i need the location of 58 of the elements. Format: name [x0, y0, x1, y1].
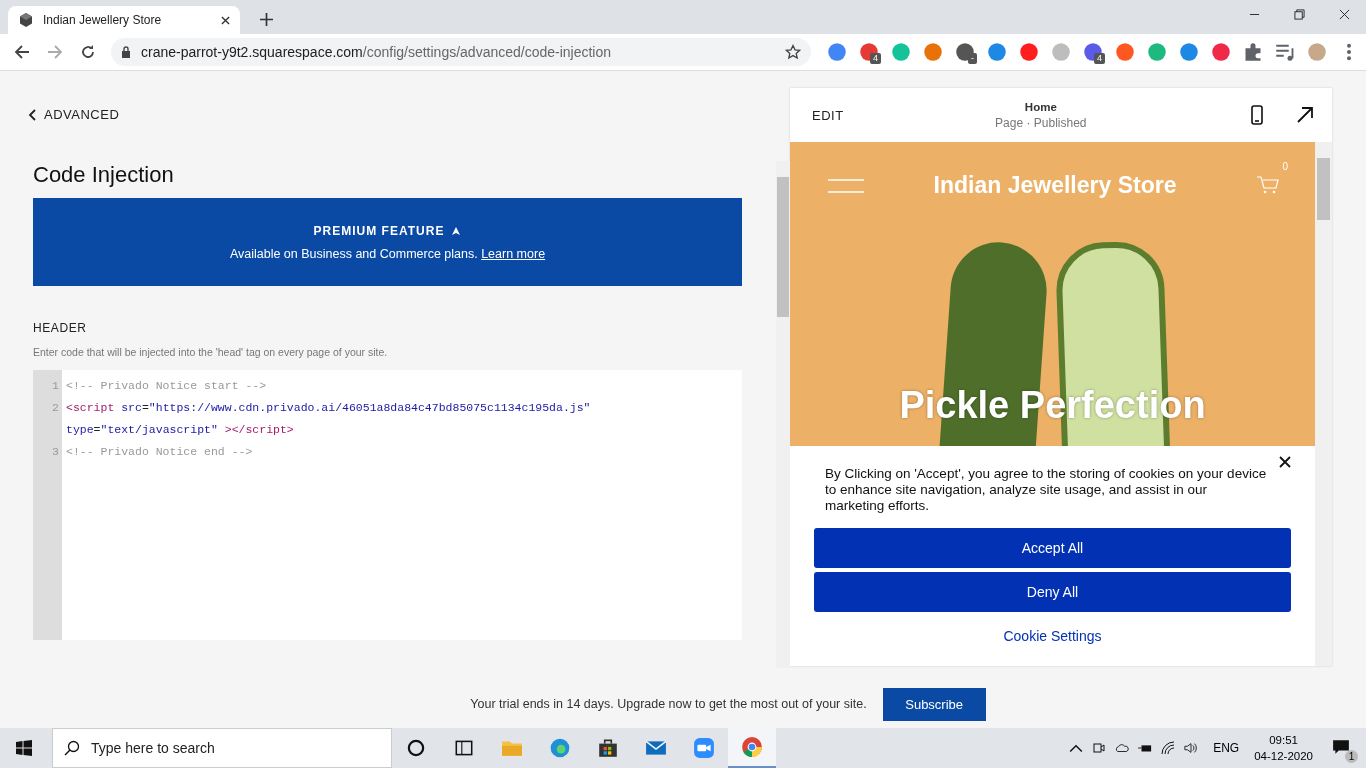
line-number: 2: [51, 400, 59, 416]
burst-icon[interactable]: 4: [1081, 40, 1105, 64]
back-link[interactable]: ADVANCED: [28, 107, 120, 122]
lock-icon: [121, 46, 131, 58]
taskbar-search-field[interactable]: Type here to search: [52, 728, 392, 768]
cloud-icon[interactable]: [1115, 741, 1130, 755]
input-language[interactable]: ENG: [1213, 741, 1240, 755]
reload-icon[interactable]: [80, 44, 96, 60]
scrollbar[interactable]: [1315, 142, 1332, 666]
windows-start-icon[interactable]: [16, 740, 32, 756]
search-icon[interactable]: [64, 740, 80, 756]
notification-icon[interactable]: [1332, 738, 1350, 756]
restore-icon[interactable]: [1294, 9, 1305, 20]
trial-notice: Your trial ends in 14 days. Upgrade now to get the most out of your site.: [470, 697, 867, 711]
banner-heading: PREMIUM FEATURE: [313, 223, 445, 238]
notification-count: 1: [1345, 750, 1358, 763]
close-icon[interactable]: [1339, 9, 1350, 20]
stop-hand-icon[interactable]: 4: [857, 40, 881, 64]
code-editor[interactable]: 1 <!-- Privado Notice start --> 2 <script src="https://www.cdn.privado.ai/46051a8da84c47bd85075c1134c195da.js" type="text/javascript" ></script> 3 <!-- Privado Notice end -->: [33, 370, 742, 640]
clock-date[interactable]: 04-12-2020: [1254, 750, 1313, 762]
clock-time[interactable]: 09:51: [1269, 734, 1298, 746]
chevron-left-icon[interactable]: [28, 108, 36, 121]
diagonal-arrow-icon[interactable]: [1296, 105, 1314, 125]
line-number: 3: [51, 444, 59, 460]
close-icon[interactable]: [221, 15, 230, 25]
section-hint: Enter code that will be injected into the 'head' tag on every page of your site.: [33, 346, 389, 358]
line-number: 1: [51, 378, 59, 394]
page-status: Page · Published: [994, 115, 1088, 130]
code-line: <!-- Privado Notice start -->: [65, 378, 268, 394]
back-arrow-icon[interactable]: [14, 44, 30, 60]
cookie-settings-link[interactable]: Cookie Settings: [1003, 628, 1102, 644]
deny-all-button[interactable]: Deny All: [814, 572, 1291, 612]
mobile-phone-icon[interactable]: [1248, 105, 1266, 125]
bookmark-star-icon[interactable]: [785, 44, 801, 60]
close-icon[interactable]: [1279, 456, 1291, 468]
eyedropper-icon[interactable]: -: [953, 40, 977, 64]
caret-up-icon[interactable]: [451, 225, 462, 236]
address-bar[interactable]: crane-parrot-y9t2.squarespace.com/config/settings/advanced/code-injection: [111, 38, 811, 66]
section-label: HEADER: [33, 321, 88, 335]
scrollbar[interactable]: [776, 161, 790, 668]
cookie-text: By Clicking on 'Accept', you agree to the storing of cookies on your device to enhance site navigation, analyze site usage, and assist in our marketing efforts.: [825, 466, 1267, 514]
cart-count: 0: [1282, 160, 1288, 172]
page-name: Home: [1023, 100, 1058, 113]
page-title: Code Injection: [33, 162, 175, 188]
subscribe-button[interactable]: Subscribe: [882, 687, 986, 721]
camera-icon[interactable]: [1092, 741, 1107, 755]
code-line: <!-- Privado Notice end -->: [65, 444, 254, 460]
edit-button[interactable]: EDIT: [812, 107, 844, 123]
wifi-icon[interactable]: [1161, 741, 1176, 755]
cube-icon: [18, 12, 34, 28]
chrome-browser-icon[interactable]: [728, 728, 776, 768]
speaker-icon[interactable]: [1184, 741, 1199, 755]
browser-tab[interactable]: Indian Jewellery Store: [8, 6, 240, 34]
banner-text: Available on Business and Commerce plans. Learn more: [229, 246, 546, 261]
accept-all-button[interactable]: Accept All: [814, 528, 1291, 568]
code-line: <script src="https://www.cdn.privado.ai/46051a8da84c47bd85075c1134c195da.js" type="text/javascript" ></script>: [65, 400, 592, 438]
new-tab-icon[interactable]: [260, 13, 273, 26]
learn-more-link[interactable]: Learn more: [481, 246, 546, 261]
